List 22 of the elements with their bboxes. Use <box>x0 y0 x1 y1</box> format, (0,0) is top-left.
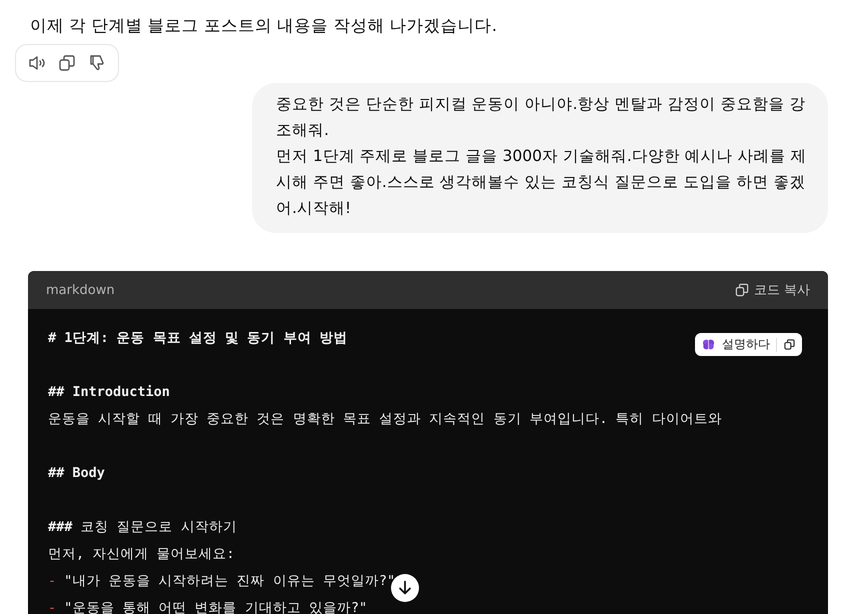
code-line: 먼저, 자신에게 물어보세요: <box>48 546 235 562</box>
code-line: "운동을 통해 어떤 변화를 기대하고 있을까?" <box>64 600 368 614</box>
arrow-down-icon <box>396 579 414 597</box>
code-line: "내가 운동을 시작하려는 진짜 이유는 무엇일까?" <box>64 573 396 589</box>
copy-button[interactable] <box>783 338 796 351</box>
list-marker: - <box>48 600 56 614</box>
copy-icon <box>734 282 750 298</box>
language-label: markdown <box>46 282 115 298</box>
explain-button[interactable]: 설명하다 <box>701 336 770 353</box>
brain-icon <box>701 337 716 352</box>
message-text: 먼저 1단계 주제로 블로그 글을 3000자 기술해줘.다양한 예시나 사례를 제시해 주면 좋아.스스로 생각해볼수 있는 코칭식 질문으로 도입을 하면 좋겠어.시작해! <box>276 146 808 219</box>
copy-icon <box>57 53 77 73</box>
assistant-message: 이제 각 단계별 블로그 포스트의 내용을 작성해 나가겠습니다. <box>30 15 497 37</box>
code-line: ## Body <box>48 465 105 481</box>
code-line: ### 코칭 질문으로 시작하기 <box>48 519 237 535</box>
copy-icon <box>783 338 796 351</box>
code-line: # 1단계: 운동 목표 설정 및 동기 부여 방법 <box>48 330 348 346</box>
copy-code-button[interactable]: 코드 복사 <box>734 281 810 299</box>
code-line: 운동을 시작할 때 가장 중요한 것은 명확한 목표 설정과 지속적인 동기 부여입니다. 특히 다이어트와 <box>48 411 722 427</box>
list-marker: - <box>48 573 56 589</box>
message-text: 중요한 것은 단순한 피지컬 운동이 아니야.항상 멘탈과 감정이 중요함을 강조해줘. <box>276 94 806 141</box>
code-line: ## Introduction <box>48 384 170 400</box>
